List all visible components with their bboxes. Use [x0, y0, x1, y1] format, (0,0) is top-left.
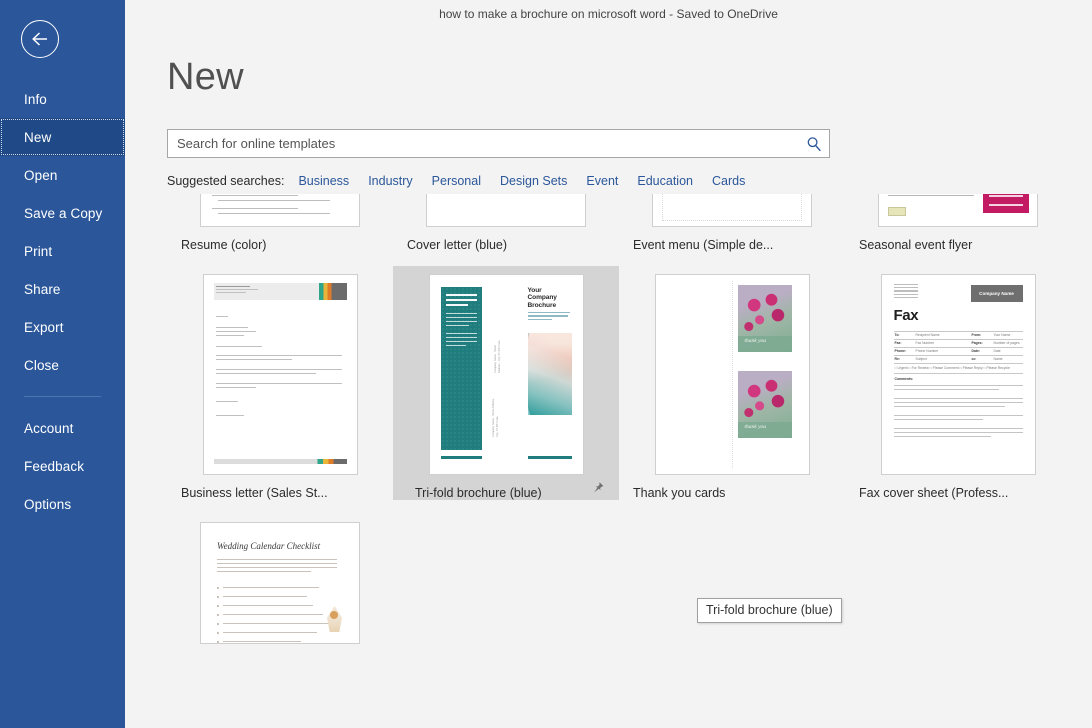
template-thumbnail: thank you thank you — [655, 274, 810, 475]
template-tile-wedding-calendar-checklist[interactable]: Wedding Calendar Checklist — [167, 514, 393, 644]
sidebar-nav-primary: Info New Open Save a Copy Print Share Ex… — [0, 80, 125, 523]
sidebar-item-export[interactable]: Export — [0, 308, 125, 346]
template-label: Business letter (Sales St... — [179, 486, 381, 500]
back-arrow-icon — [31, 32, 49, 46]
sidebar-item-new[interactable]: New — [0, 118, 125, 156]
template-grid: Resume (color) Cover letter (blue) — [167, 194, 1092, 728]
template-label: Resume (color) — [179, 238, 381, 252]
template-tile-thank-you-cards[interactable]: thank you thank you Thank you cards — [619, 266, 845, 500]
fax-company-name: Company Name — [971, 285, 1023, 302]
search-bar — [167, 129, 830, 158]
template-tooltip: Tri-fold brochure (blue) — [697, 598, 842, 623]
suggested-searches: Suggested searches: Business Industry Pe… — [167, 174, 1092, 188]
backstage-view: Info New Open Save a Copy Print Share Ex… — [0, 0, 1092, 728]
sidebar-divider — [24, 396, 101, 397]
sidebar-item-label: New — [24, 130, 51, 145]
suggested-link-personal[interactable]: Personal — [432, 174, 481, 188]
suggested-link-cards[interactable]: Cards — [712, 174, 745, 188]
template-tile-seasonal-event-flyer[interactable]: TITLE HERE — [845, 194, 1071, 252]
suggested-link-event[interactable]: Event — [586, 174, 618, 188]
template-row: Wedding Calendar Checklist — [167, 514, 1092, 644]
back-button[interactable] — [21, 20, 59, 58]
backstage-sidebar: Info New Open Save a Copy Print Share Ex… — [0, 0, 125, 728]
sidebar-item-close[interactable]: Close — [0, 346, 125, 384]
wedding-title: Wedding Calendar Checklist — [217, 541, 320, 551]
thankyou-caption: thank you — [745, 338, 767, 344]
sidebar-item-label: Account — [24, 421, 73, 436]
template-label: Seasonal event flyer — [857, 238, 1059, 252]
sidebar-item-label: Open — [24, 168, 57, 183]
template-thumbnail — [200, 194, 360, 227]
template-thumbnail: Company Name · Street Address · City, ST… — [429, 274, 584, 475]
template-label: Cover letter (blue) — [405, 238, 607, 252]
template-thumbnail — [426, 194, 586, 227]
template-tile-event-menu[interactable]: Event menu (Simple de... — [619, 194, 845, 252]
template-label: Fax cover sheet (Profess... — [857, 486, 1059, 500]
template-tile-tri-fold-brochure-blue[interactable]: Company Name · Street Address · City, ST… — [393, 266, 619, 500]
sidebar-item-options[interactable]: Options — [0, 485, 125, 523]
sidebar-item-open[interactable]: Open — [0, 156, 125, 194]
template-row: Business letter (Sales St... — [167, 266, 1092, 500]
sidebar-item-label: Info — [24, 92, 47, 107]
template-label: Thank you cards — [631, 486, 833, 500]
document-title: how to make a brochure on microsoft word… — [439, 7, 778, 21]
template-thumbnail — [203, 274, 358, 475]
sidebar-item-label: Feedback — [24, 459, 84, 474]
thankyou-caption: thank you — [745, 424, 767, 430]
sidebar-item-label: Print — [24, 244, 52, 259]
search-icon[interactable] — [806, 136, 822, 152]
suggested-link-industry[interactable]: Industry — [368, 174, 412, 188]
sidebar-item-print[interactable]: Print — [0, 232, 125, 270]
sidebar-item-label: Close — [24, 358, 59, 373]
title-bar: how to make a brochure on microsoft word… — [125, 0, 1092, 28]
template-thumbnail — [652, 194, 812, 227]
suggested-link-design-sets[interactable]: Design Sets — [500, 174, 567, 188]
template-row: Resume (color) Cover letter (blue) — [167, 194, 1092, 252]
brochure-heading: Your Company Brochure — [528, 287, 572, 309]
sidebar-item-label: Save a Copy — [24, 206, 102, 221]
search-input[interactable] — [167, 129, 830, 158]
template-label: Tri-fold brochure (blue) — [405, 486, 607, 500]
suggested-link-education[interactable]: Education — [637, 174, 693, 188]
sidebar-item-share[interactable]: Share — [0, 270, 125, 308]
template-label: Event menu (Simple de... — [631, 238, 833, 252]
fax-heading: Fax — [894, 307, 919, 324]
template-thumbnail: TITLE HERE — [878, 194, 1038, 227]
page-title: New — [167, 58, 1092, 96]
template-tile-fax-cover-sheet[interactable]: Company Name Fax To: Recipient Name From… — [845, 266, 1071, 500]
sidebar-item-info[interactable]: Info — [0, 80, 125, 118]
pin-icon[interactable] — [592, 481, 605, 494]
template-thumbnail: Company Name Fax To: Recipient Name From… — [881, 274, 1036, 475]
backstage-main: how to make a brochure on microsoft word… — [125, 0, 1092, 728]
suggested-link-business[interactable]: Business — [298, 174, 349, 188]
template-thumbnail: Wedding Calendar Checklist — [200, 522, 360, 644]
template-tile-business-letter[interactable]: Business letter (Sales St... — [167, 266, 393, 500]
sidebar-item-label: Share — [24, 282, 61, 297]
template-tile-cover-letter-blue[interactable]: Cover letter (blue) — [393, 194, 619, 252]
sidebar-item-account[interactable]: Account — [0, 409, 125, 447]
suggested-searches-label: Suggested searches: — [167, 174, 284, 188]
sidebar-item-save-a-copy[interactable]: Save a Copy — [0, 194, 125, 232]
sidebar-item-label: Options — [24, 497, 71, 512]
sidebar-item-feedback[interactable]: Feedback — [0, 447, 125, 485]
sidebar-item-label: Export — [24, 320, 64, 335]
template-tile-resume-color[interactable]: Resume (color) — [167, 194, 393, 252]
